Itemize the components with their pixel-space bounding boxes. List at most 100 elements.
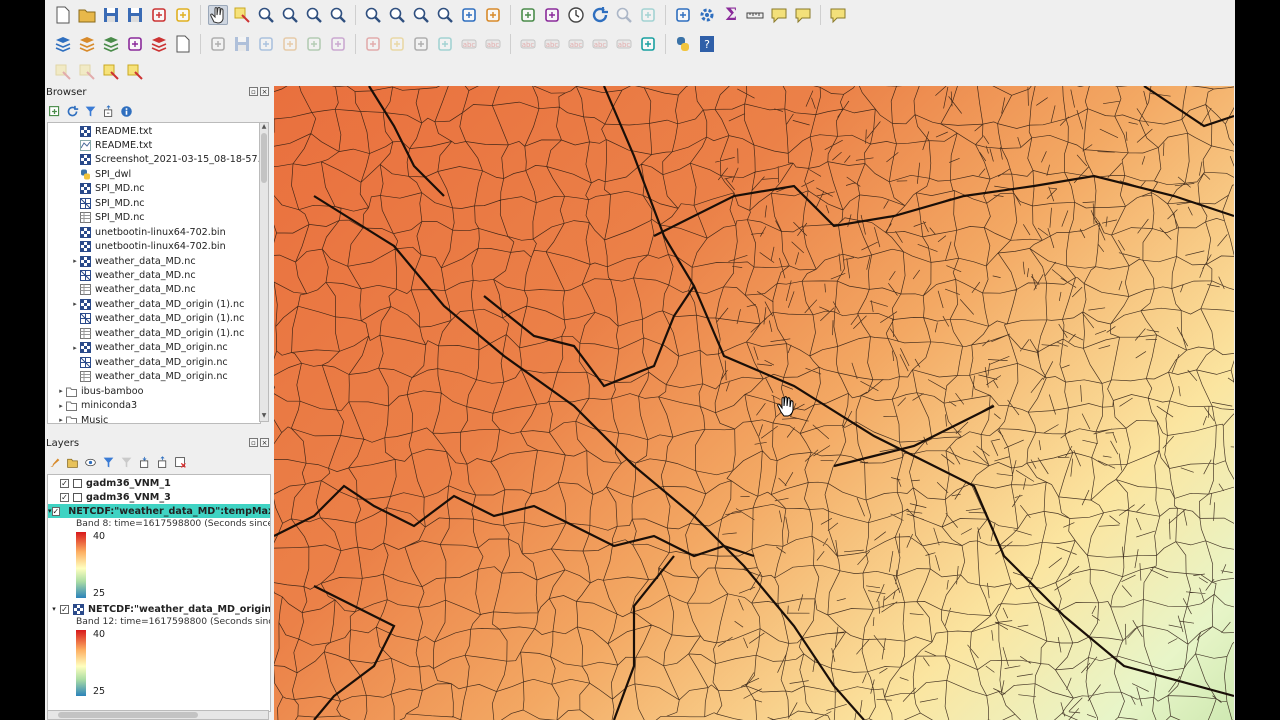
copy-icon[interactable] xyxy=(363,34,383,54)
add-group-icon[interactable] xyxy=(65,455,79,469)
zoom-next-icon[interactable] xyxy=(435,5,455,25)
help-icon[interactable]: ? xyxy=(697,34,717,54)
pan-hand-icon[interactable] xyxy=(208,5,228,25)
expand-arrow-icon[interactable]: ▸ xyxy=(56,387,66,395)
layer-item[interactable]: ✓ gadm36_VNM_3 xyxy=(48,490,171,504)
browser-file-item[interactable]: SPI_MD.nc xyxy=(70,182,145,196)
label-move-icon[interactable]: abc xyxy=(566,34,586,54)
browser-file-item[interactable]: ▸ weather_data_MD_origin (1).nc xyxy=(70,297,244,311)
expand-arrow-icon[interactable]: ▸ xyxy=(70,300,80,308)
float-panel-icon[interactable]: ▫ xyxy=(249,87,258,96)
filter-by-expression-icon[interactable] xyxy=(119,455,133,469)
browser-file-item[interactable]: unetbootin-linux64-702.bin xyxy=(70,225,226,239)
edit-pencil-icon[interactable] xyxy=(125,34,145,54)
delete-icon[interactable] xyxy=(304,34,324,54)
pan-to-selection-icon[interactable] xyxy=(232,5,252,25)
label-show-icon[interactable]: abc xyxy=(542,34,562,54)
select-by-expression-icon[interactable] xyxy=(101,62,121,82)
close-panel-icon[interactable]: × xyxy=(260,438,269,447)
style-manager-icon[interactable] xyxy=(173,5,193,25)
layer-visibility-checkbox[interactable]: ✓ xyxy=(60,492,69,502)
info-icon[interactable] xyxy=(119,104,133,118)
layer-item[interactable]: ✓ gadm36_VNM_1 xyxy=(48,476,171,490)
open-project-icon[interactable] xyxy=(77,5,97,25)
zoom-full-icon[interactable] xyxy=(304,5,324,25)
label-rotate-icon[interactable]: abc xyxy=(590,34,610,54)
browser-file-item[interactable]: Screenshot_2021-03-15_08-18-57.png xyxy=(70,153,260,167)
browser-file-item[interactable]: ▸ weather_data_MD_origin.nc xyxy=(70,341,228,355)
new-3d-view-icon[interactable] xyxy=(483,5,503,25)
annotation-icon[interactable] xyxy=(793,5,813,25)
add-vector-layer-icon[interactable] xyxy=(53,34,73,54)
browser-file-item[interactable]: weather_data_MD_origin (1).nc xyxy=(70,326,244,340)
zoom-out-icon[interactable] xyxy=(280,5,300,25)
layer-visibility-checkbox[interactable]: ✓ xyxy=(60,604,69,614)
statistics-sigma-icon[interactable]: Σ xyxy=(721,5,741,25)
paste-icon[interactable] xyxy=(387,34,407,54)
attribute-table-icon[interactable] xyxy=(638,5,658,25)
layer-visibility-checkbox[interactable]: ✓ xyxy=(51,506,61,516)
undo-icon[interactable] xyxy=(411,34,431,54)
temporal-controller-icon[interactable] xyxy=(566,5,586,25)
show-bookmarks-icon[interactable] xyxy=(542,5,562,25)
label-change-icon[interactable]: abc xyxy=(614,34,634,54)
label-pin-icon[interactable]: abc xyxy=(483,34,503,54)
layers-tree[interactable]: ✓ gadm36_VNM_1 ✓ gadm36_VNM_3 ▾ ✓ NETCDF:"weat… xyxy=(47,474,271,712)
zoom-to-selection-icon[interactable] xyxy=(328,5,348,25)
expand-arrow-icon[interactable]: ▾ xyxy=(48,605,60,613)
layers-horizontal-scrollbar[interactable] xyxy=(47,710,269,720)
browser-file-item[interactable]: weather_data_MD_origin (1).nc xyxy=(70,312,244,326)
expand-arrow-icon[interactable]: ▸ xyxy=(70,257,80,265)
label-highlight-icon[interactable]: abc xyxy=(518,34,538,54)
select-features-icon[interactable] xyxy=(53,62,73,82)
layer-visibility-checkbox[interactable]: ✓ xyxy=(60,478,69,488)
browser-scrollbar[interactable]: ▲ ▼ xyxy=(259,122,269,422)
refresh-icon[interactable] xyxy=(65,104,79,118)
expand-arrow-icon[interactable]: ▸ xyxy=(56,416,66,423)
browser-file-item[interactable]: ▸ weather_data_MD.nc xyxy=(70,254,196,268)
add-selected-layers-icon[interactable] xyxy=(47,104,61,118)
collapse-all-icon[interactable] xyxy=(101,104,115,118)
selection-toolbar-icon[interactable] xyxy=(125,62,145,82)
close-panel-icon[interactable]: × xyxy=(260,87,269,96)
plugin-icon[interactable] xyxy=(638,34,658,54)
zoom-in-icon[interactable] xyxy=(256,5,276,25)
browser-file-item[interactable]: weather_data_MD.nc xyxy=(70,283,196,297)
refresh-icon[interactable] xyxy=(590,5,610,25)
expand-arrow-icon[interactable]: ▸ xyxy=(56,402,66,410)
browser-file-item[interactable]: SPI_MD.nc xyxy=(70,196,145,210)
browser-file-item[interactable]: SPI_dwl xyxy=(70,167,131,181)
deselect-icon[interactable] xyxy=(77,62,97,82)
zoom-native-icon[interactable] xyxy=(387,5,407,25)
layer-item[interactable]: ▾✓ NETCDF:"weather_data_MD_origin":ten xyxy=(48,602,270,616)
browser-file-item[interactable]: SPI_MD.nc xyxy=(70,211,145,225)
browser-file-item[interactable]: unetbootin-linux64-702.bin xyxy=(70,240,226,254)
map-canvas[interactable] xyxy=(274,86,1234,720)
map-tips-icon[interactable] xyxy=(769,5,789,25)
browser-file-item[interactable]: weather_data_MD_origin.nc xyxy=(70,370,228,384)
digitize-icon[interactable] xyxy=(101,34,121,54)
browser-folder-item[interactable]: ▸ miniconda3 xyxy=(56,399,137,413)
browser-file-item[interactable]: README.txt xyxy=(70,138,152,152)
database-icon[interactable] xyxy=(149,34,169,54)
redo-icon[interactable] xyxy=(435,34,455,54)
browser-file-item[interactable]: weather_data_MD_origin.nc xyxy=(70,355,228,369)
print-layout-icon[interactable] xyxy=(149,5,169,25)
browser-folder-item[interactable]: ▸ ibus-bamboo xyxy=(56,384,143,398)
expand-arrow-icon[interactable]: ▸ xyxy=(70,344,80,352)
save-as-icon[interactable] xyxy=(125,5,145,25)
add-feature-icon[interactable] xyxy=(256,34,276,54)
add-raster-layer-icon[interactable] xyxy=(77,34,97,54)
field-calculator-icon[interactable] xyxy=(673,5,693,25)
vertex-tool-icon[interactable] xyxy=(280,34,300,54)
processing-toolbox-icon[interactable] xyxy=(697,5,717,25)
new-map-view-icon[interactable] xyxy=(459,5,479,25)
bookmark-icon[interactable] xyxy=(518,5,538,25)
identify-icon[interactable] xyxy=(614,5,634,25)
browser-folder-item[interactable]: ▸ Music xyxy=(56,413,108,423)
browser-tree[interactable]: README.txt README.txt Screenshot_2021-03-1… xyxy=(47,122,261,424)
label-icon[interactable]: abc xyxy=(459,34,479,54)
float-panel-icon[interactable]: ▫ xyxy=(249,438,258,447)
cut-icon[interactable] xyxy=(328,34,348,54)
browser-file-item[interactable]: README.txt xyxy=(70,124,152,138)
